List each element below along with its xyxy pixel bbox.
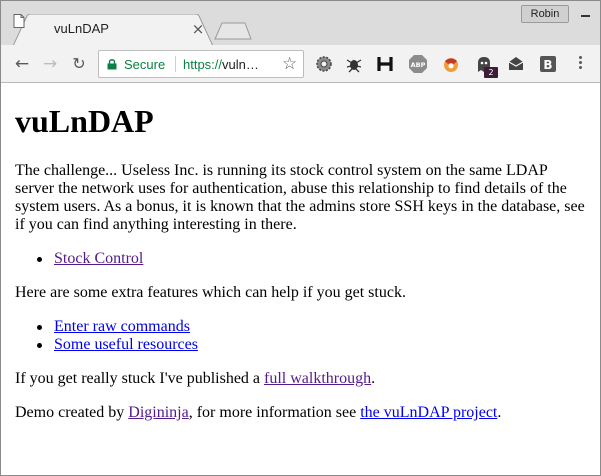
- svg-text:ABP: ABP: [411, 61, 426, 69]
- intro-paragraph: The challenge... Useless Inc. is running…: [15, 162, 585, 233]
- reload-icon[interactable]: ↻: [68, 53, 90, 75]
- url-host: vuln…: [222, 57, 259, 72]
- bug-extension-icon[interactable]: [344, 54, 364, 74]
- bookmark-star-icon[interactable]: ☆: [282, 54, 297, 74]
- list-item: Enter raw commands: [15, 318, 198, 336]
- url-scheme: https://: [183, 57, 223, 72]
- secure-label: Secure: [124, 57, 166, 72]
- stock-control-link[interactable]: Stock Control: [54, 250, 143, 267]
- credit-prefix: Demo created by: [15, 404, 129, 421]
- address-separator: [175, 56, 176, 72]
- gear-extension-icon[interactable]: [314, 54, 334, 74]
- page-content: vuLnDAP The challenge... Useless Inc. is…: [2, 83, 600, 475]
- useful-resources-link[interactable]: Some useful resources: [54, 336, 198, 353]
- walkthrough-suffix: .: [371, 370, 376, 387]
- tab-shape: [13, 14, 213, 46]
- list-item: Stock Control: [15, 250, 143, 268]
- fox-extension-icon[interactable]: [441, 54, 461, 74]
- credit-suffix: .: [497, 404, 502, 421]
- primary-links-list: Stock Control: [15, 250, 143, 268]
- profile-button[interactable]: Robin: [521, 5, 569, 23]
- back-arrow-icon[interactable]: ←: [11, 53, 33, 75]
- lock-icon: [107, 59, 117, 70]
- new-tab-button[interactable]: [214, 22, 252, 40]
- tab-vulndap[interactable]: vuLnDAP ×: [13, 14, 213, 46]
- project-link[interactable]: the vuLnDAP project: [360, 404, 497, 421]
- menu-kebab-icon[interactable]: [573, 54, 587, 74]
- h-extension-icon[interactable]: [375, 54, 395, 74]
- abp-extension-icon[interactable]: ABP: [408, 54, 428, 74]
- credit-middle: , for more information see: [188, 404, 361, 421]
- forward-arrow-icon[interactable]: →: [39, 53, 61, 75]
- walkthrough-link[interactable]: full walkthrough: [264, 370, 371, 387]
- list-item: Some useful resources: [15, 336, 198, 354]
- tab-strip: vuLnDAP × Robin: [1, 1, 600, 46]
- browser-window: vuLnDAP × Robin ← → ↻ Secure https://vul…: [0, 0, 601, 476]
- toolbar: ← → ↻ Secure https://vuln… ☆ ABP 2 B: [1, 45, 600, 83]
- close-icon[interactable]: ×: [191, 22, 205, 37]
- page-icon: [13, 14, 25, 28]
- walkthrough-paragraph: If you get really stuck I've published a…: [15, 370, 590, 388]
- credit-paragraph: Demo created by Digininja, for more info…: [15, 404, 590, 422]
- author-link[interactable]: Digininja: [128, 404, 188, 421]
- b-extension-icon[interactable]: B: [538, 54, 558, 74]
- page-title: vuLnDAP: [15, 103, 154, 139]
- url-text[interactable]: https://vuln…: [183, 57, 259, 72]
- address-bar[interactable]: Secure https://vuln… ☆: [98, 50, 304, 78]
- extension-badge: 2: [484, 67, 498, 78]
- raw-commands-link[interactable]: Enter raw commands: [54, 318, 190, 335]
- extra-features-text: Here are some extra features which can h…: [15, 284, 406, 301]
- walkthrough-prefix: If you get really stuck I've published a: [15, 370, 265, 387]
- svg-text:B: B: [543, 58, 552, 72]
- tab-title: vuLnDAP: [54, 21, 109, 36]
- mail-extension-icon[interactable]: [506, 54, 526, 74]
- extra-links-list: Enter raw commands Some useful resources: [15, 318, 198, 354]
- minimize-icon[interactable]: [573, 4, 597, 24]
